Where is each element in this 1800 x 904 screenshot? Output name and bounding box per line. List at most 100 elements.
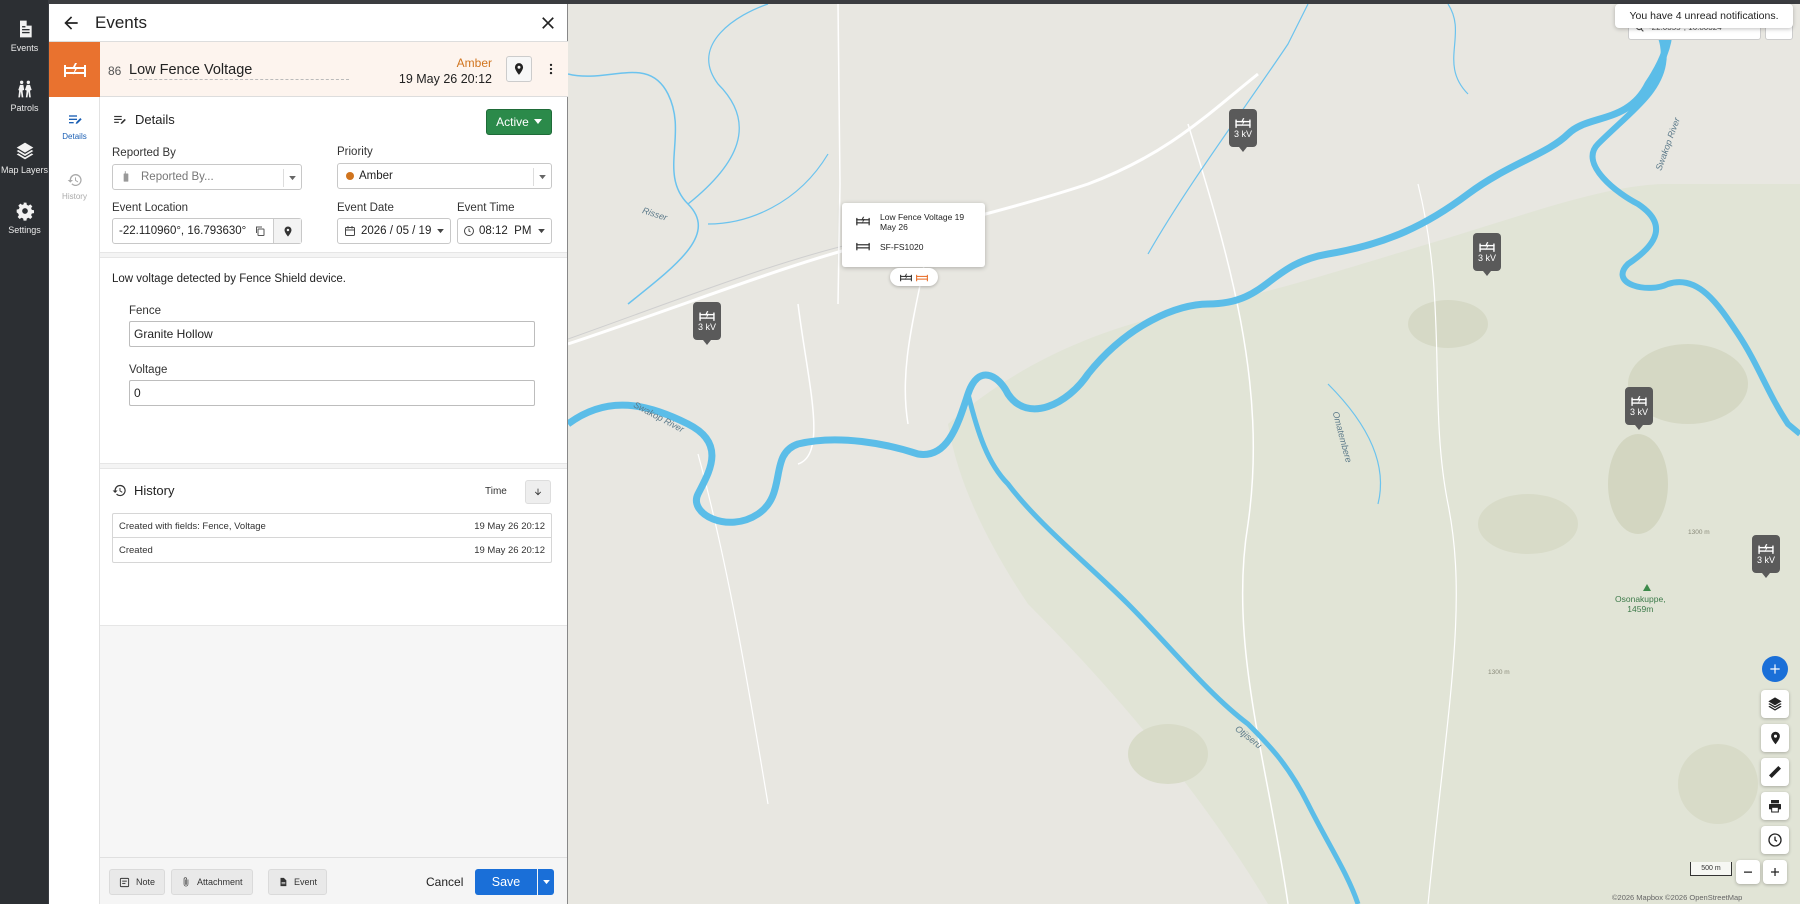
pick-location-button[interactable] <box>273 219 301 243</box>
plus-icon <box>1770 664 1780 674</box>
event-description: Low voltage detected by Fence Shield dev… <box>112 273 346 285</box>
reported-by-placeholder: Reported By... <box>141 171 214 183</box>
priority-select[interactable]: Amber <box>337 163 552 189</box>
marker-voltage-label: 3 kV <box>1629 407 1648 417</box>
layers-icon <box>16 142 33 160</box>
event-time-value: 08:12 PM <box>479 225 532 237</box>
fence-input[interactable]: Granite Hollow <box>129 321 535 347</box>
note-icon <box>119 877 130 887</box>
history-row-time: 19 May 26 20:12 <box>474 521 545 532</box>
fence-label: Fence <box>129 305 161 317</box>
event-location-input[interactable]: -22.110960°, 16.793630° <box>112 218 302 244</box>
caret-down-icon <box>538 229 545 234</box>
nav-item-map-layers[interactable]: Map Layers <box>0 132 49 184</box>
popup-device-id[interactable]: SF-FS1020 <box>880 242 923 252</box>
map-scale-text: 500 m <box>1701 865 1721 872</box>
drawer-title: Events <box>95 13 147 32</box>
tab-label: History <box>62 191 87 201</box>
map-ruler-button[interactable] <box>1761 758 1789 786</box>
marker-voltage-label: 3 kV <box>697 322 716 332</box>
fence-sensor-marker[interactable]: 3 kV <box>693 302 721 345</box>
map-timeslider-button[interactable] <box>1761 826 1789 854</box>
nav-item-events[interactable]: Events <box>0 10 49 62</box>
add-note-label: Note <box>136 877 156 887</box>
cancel-button[interactable]: Cancel <box>426 869 463 895</box>
history-sort-button[interactable] <box>525 480 551 504</box>
layers-icon <box>1768 697 1782 711</box>
fence-icon <box>1235 118 1251 128</box>
map-event-popup[interactable]: Low Fence Voltage 19 May 26 SF-FS1020 <box>842 203 985 267</box>
nav-item-label: Events <box>10 43 39 53</box>
voltage-input[interactable]: 0 <box>129 380 535 406</box>
save-button[interactable]: Save <box>475 869 537 895</box>
fence-sensor-marker[interactable]: 3 kV <box>1752 535 1780 578</box>
event-date-label: Event Date <box>337 202 394 214</box>
details-empty-area <box>100 625 567 857</box>
tab-history[interactable]: History <box>49 157 100 215</box>
map-scale-bar: 500 m <box>1690 862 1732 876</box>
zoom-out-button[interactable] <box>1736 860 1760 884</box>
fence-sensor-marker[interactable]: 3 kV <box>1625 387 1653 430</box>
map-print-button[interactable] <box>1761 792 1789 820</box>
copy-icon[interactable] <box>254 225 266 237</box>
event-time-label: Event Time <box>457 202 515 214</box>
add-note-button[interactable]: Note <box>109 869 166 895</box>
voltage-label: Voltage <box>129 364 168 376</box>
fence-icon <box>1631 396 1647 406</box>
peak-icon <box>1643 584 1651 591</box>
nav-item-patrols[interactable]: Patrols <box>0 70 49 122</box>
history-row-time: 19 May 26 20:12 <box>474 545 545 556</box>
notifications-toast[interactable]: You have 4 unread notifications. <box>1615 4 1793 28</box>
fence-sensor-marker[interactable]: 3 kV <box>1229 109 1257 152</box>
fence-icon <box>1758 544 1774 554</box>
close-icon[interactable] <box>538 13 558 33</box>
add-attachment-button[interactable]: Attachment <box>171 869 253 895</box>
drawer-footer: Note Attachment Event Cancel Save <box>100 857 567 904</box>
map-location-button[interactable] <box>1761 724 1789 752</box>
map-terrain <box>568 4 1800 904</box>
marker-voltage-label: 3 kV <box>1756 555 1775 565</box>
event-location-value: -22.110960°, 16.793630° <box>119 225 247 237</box>
back-arrow-icon[interactable] <box>61 13 81 33</box>
status-label: Active <box>496 115 529 129</box>
arrow-down-icon <box>534 488 542 496</box>
status-dropdown-button[interactable]: Active <box>486 109 552 135</box>
map-event-cluster-marker[interactable] <box>890 268 938 286</box>
event-date-input[interactable]: 2026 / 05 / 19 <box>337 218 451 244</box>
section-divider <box>100 252 567 258</box>
add-event-label: Event <box>294 877 318 887</box>
add-report-button[interactable] <box>1762 656 1788 682</box>
patrols-icon <box>17 80 32 98</box>
printer-icon <box>1769 800 1781 813</box>
nav-item-label: Patrols <box>10 103 39 113</box>
reported-by-label: Reported By <box>112 147 176 159</box>
caret-down-icon <box>542 879 550 884</box>
popup-event-title[interactable]: Low Fence Voltage 19 May 26 <box>880 212 980 232</box>
nav-item-settings[interactable]: Settings <box>0 192 49 244</box>
add-event-button[interactable]: Event <box>268 869 328 895</box>
marker-voltage-label: 3 kV <box>1477 253 1496 263</box>
peak-label: Osonakuppe, 1459m <box>1615 594 1666 614</box>
event-priority-text: Amber <box>456 56 492 70</box>
reported-by-caret <box>283 169 301 187</box>
details-section-title: Details <box>135 112 175 127</box>
map-layers-button[interactable] <box>1761 690 1789 718</box>
event-title[interactable]: Low Fence Voltage <box>129 62 349 80</box>
location-pin-icon <box>1770 731 1780 745</box>
clock-history-icon <box>1768 833 1782 847</box>
voltage-value: 0 <box>134 386 141 400</box>
event-location-label: Event Location <box>112 202 189 214</box>
event-more-options-button[interactable] <box>538 56 564 82</box>
fence-icon <box>900 273 912 281</box>
event-serial-number: 86 <box>108 64 122 78</box>
reported-by-select[interactable]: Reported By... <box>112 164 302 190</box>
event-time-input[interactable]: 08:12 PM <box>457 218 552 244</box>
event-location-button[interactable] <box>506 56 532 82</box>
tab-details[interactable]: Details <box>49 97 100 155</box>
zoom-in-button[interactable] <box>1763 860 1787 884</box>
save-options-button[interactable] <box>538 869 554 895</box>
event-summary-bar: 86 Low Fence Voltage Amber 19 May 26 20:… <box>49 42 568 97</box>
fence-sensor-marker[interactable]: 3 kV <box>1473 233 1501 276</box>
map-canvas[interactable]: Risser Swakop River Swakop River Omatemb… <box>568 4 1800 904</box>
calendar-icon <box>345 226 355 236</box>
